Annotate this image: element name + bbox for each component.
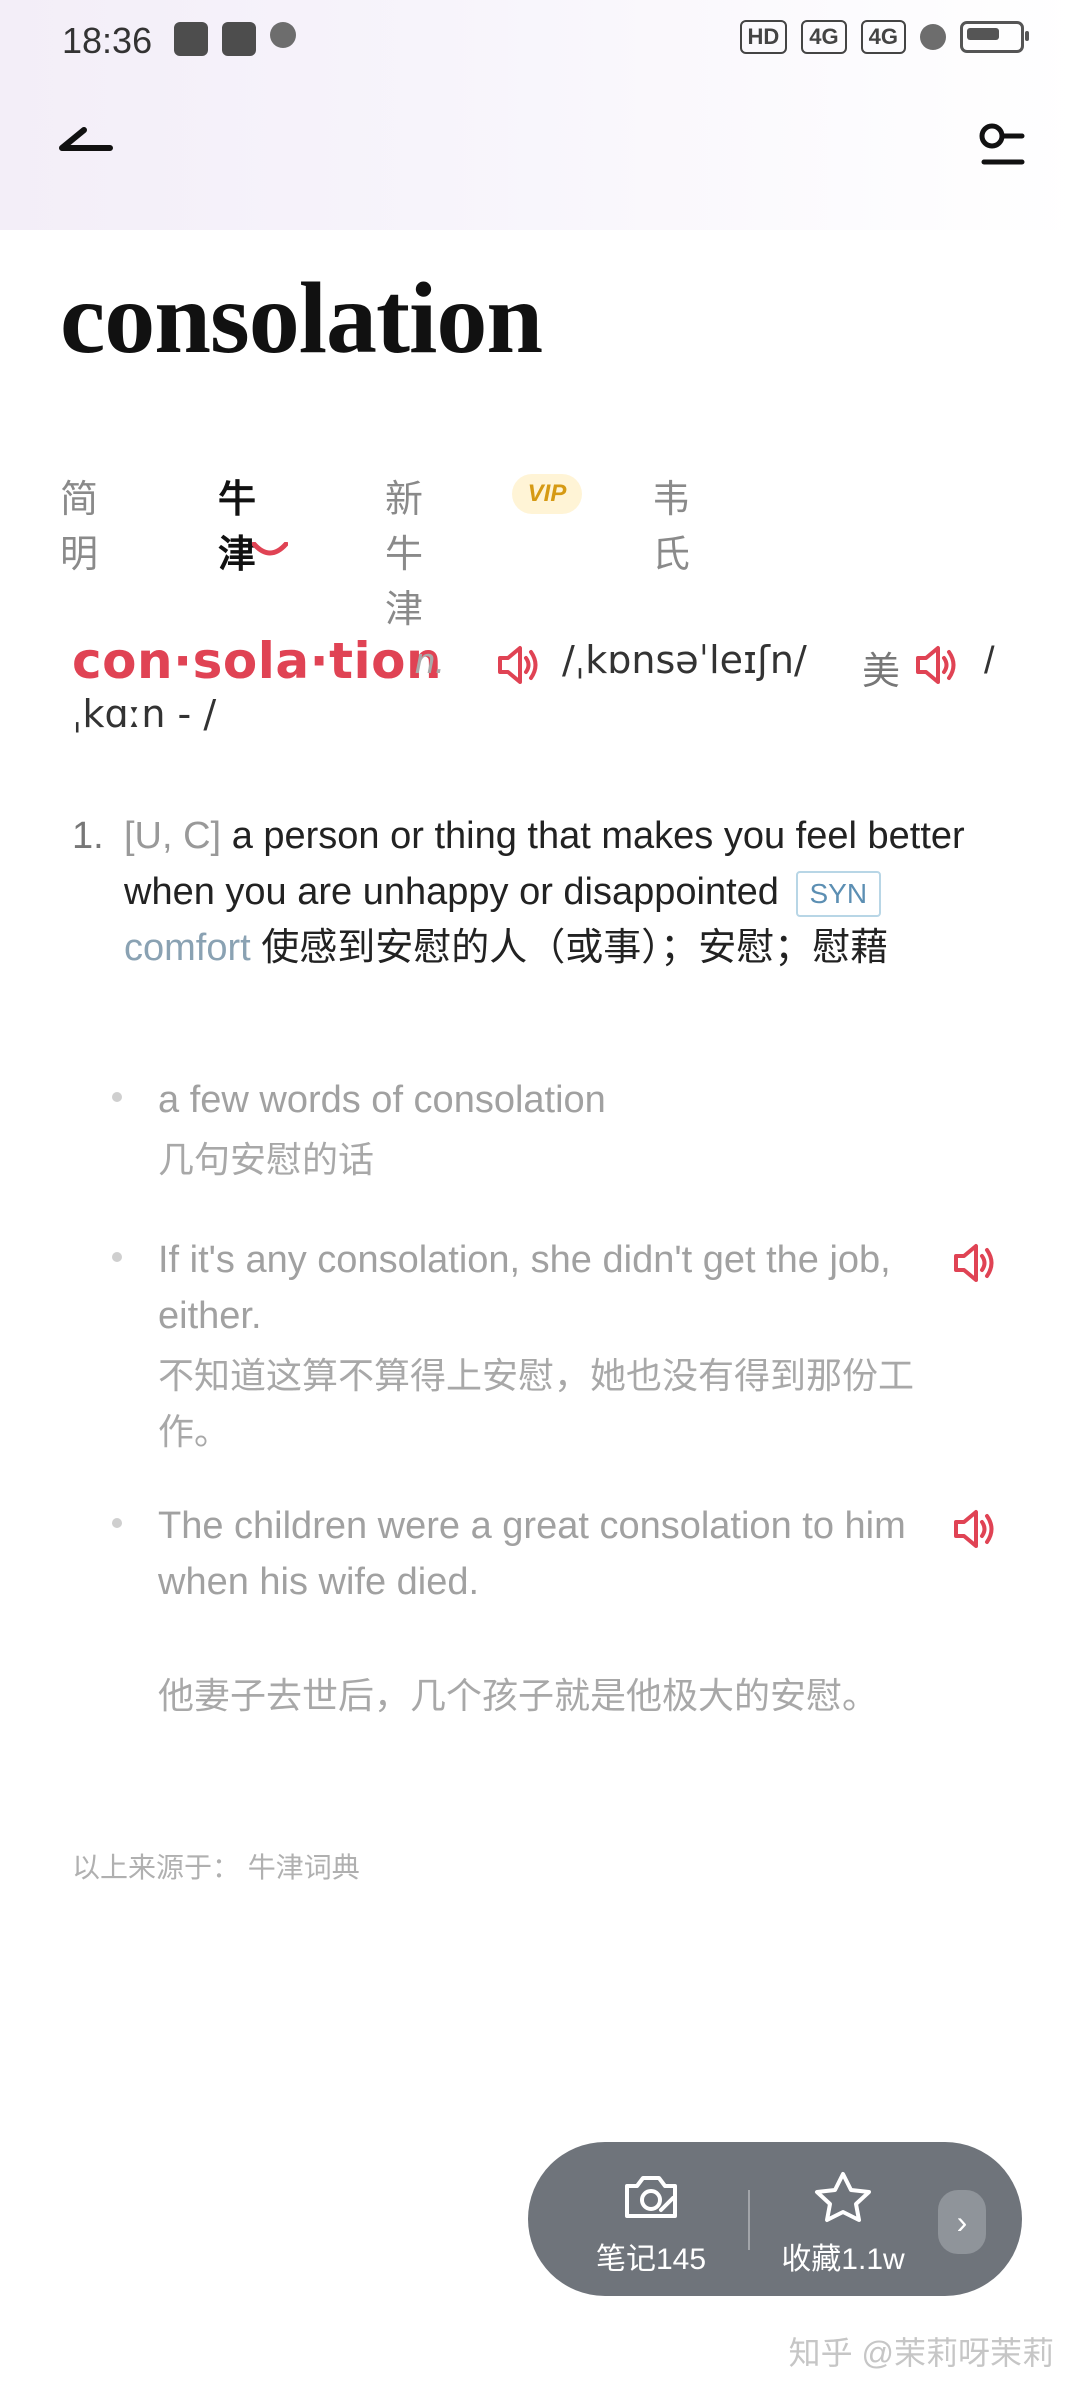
us-label: 美 — [862, 651, 901, 693]
settings-button[interactable] — [974, 120, 1030, 176]
speaker-icon — [954, 1510, 994, 1548]
speaker-icon — [498, 646, 538, 684]
bar-divider — [748, 2190, 750, 2250]
4g-signal-icon: 4G — [801, 20, 847, 54]
speaker-icon — [954, 1244, 994, 1282]
favorite-label: 收藏1.1w — [781, 2243, 905, 2276]
more-button[interactable]: › — [938, 2190, 986, 2254]
back-button[interactable] — [56, 118, 118, 166]
uk-pronunciation-speaker[interactable] — [496, 644, 542, 686]
star-icon — [815, 2172, 871, 2222]
tab-concise[interactable]: 简明 — [60, 468, 98, 578]
definition-number: 1. — [72, 815, 104, 857]
active-tab-indicator — [252, 542, 288, 556]
chat-app-icon — [222, 22, 256, 56]
favorite-button[interactable]: 收藏1.1w — [768, 2170, 918, 2278]
synonym-badge: SYN — [795, 870, 882, 917]
example-english: The children were a great consolation to… — [158, 1505, 906, 1603]
us-phonetic-start: / — [984, 640, 995, 682]
battery-icon — [960, 21, 1029, 53]
notes-button[interactable]: 笔记145 — [586, 2170, 716, 2278]
status-right-icons: HD 4G 4G — [739, 20, 1029, 54]
example-speaker-button[interactable] — [952, 1242, 998, 1289]
location-icon — [270, 22, 296, 48]
part-of-speech: n. — [415, 640, 446, 681]
source-note: 以上来源于： 牛津词典 — [72, 1852, 360, 1883]
us-pronunciation-speaker[interactable] — [914, 644, 960, 686]
definition-text: [U, C] a person or thing that makes you … — [124, 808, 1004, 976]
speaker-icon — [916, 646, 956, 684]
bullet-dot — [112, 1092, 122, 1102]
status-time: 18:36 — [62, 20, 153, 61]
bullet-dot — [112, 1252, 122, 1262]
vip-badge: VIP — [512, 474, 582, 514]
wifi-icon — [920, 24, 946, 50]
watermark: 知乎 @茉莉呀茉莉 — [788, 2335, 1054, 2371]
example-chinese: 他妻子去世后，几个孩子就是他极大的安慰。 — [158, 1675, 879, 1716]
bottom-action-bar: 笔记145 收藏1.1w › — [528, 2142, 1022, 2296]
notes-label: 笔记145 — [595, 2243, 707, 2276]
example-chinese: 不知道这算不算得上安慰，她也没有得到那份工作。 — [158, 1355, 915, 1452]
camera-note-icon — [625, 2176, 677, 2218]
status-left-icons — [174, 22, 296, 56]
settings-toggle-icon — [979, 123, 1025, 165]
hd-icon: HD — [739, 20, 788, 54]
example-speaker-button[interactable] — [952, 1508, 998, 1555]
tab-new-oxford[interactable]: 新牛津 — [385, 468, 423, 633]
back-arrow-icon — [59, 127, 113, 151]
tab-oxford[interactable]: 牛津 — [218, 468, 256, 578]
example-english: If it's any consolation, she didn't get … — [158, 1239, 891, 1337]
uk-phonetic: /ˌkɒnsəˈleɪʃn/ — [562, 638, 807, 682]
grammar-note: [U, C] — [124, 815, 222, 857]
word-title: consolation — [60, 262, 543, 375]
4g-signal-icon: 4G — [860, 20, 906, 54]
us-phonetic: ˌkɑːn - / — [72, 692, 217, 736]
status-bar: 18:36 HD 4G 4G — [0, 0, 1080, 84]
image-app-icon — [174, 22, 208, 56]
tab-webster[interactable]: 韦氏 — [652, 468, 690, 578]
example-english: a few words of consolation — [158, 1079, 606, 1121]
bullet-dot — [112, 1518, 122, 1528]
synonym-link[interactable]: comfort — [124, 927, 251, 969]
syllable-breakdown: con·sola·tion — [72, 632, 443, 690]
example-chinese: 几句安慰的话 — [158, 1139, 375, 1180]
definition-chinese: 使感到安慰的人（或事）；安慰；慰藉 — [261, 927, 889, 969]
